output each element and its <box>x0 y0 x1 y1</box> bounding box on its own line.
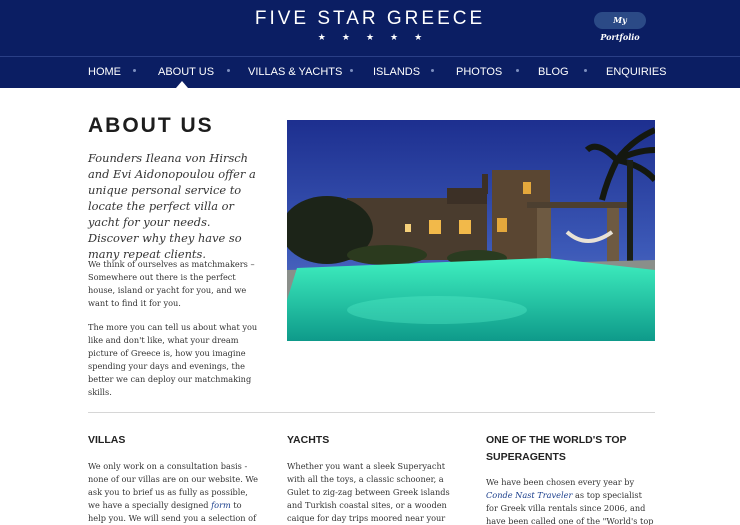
yachts-heading: YACHTS <box>287 434 330 446</box>
villa-pool-illustration <box>287 120 655 341</box>
nav-item-photos[interactable]: PHOTOS <box>456 66 502 78</box>
nav-separator <box>516 69 519 72</box>
nav-separator <box>584 69 587 72</box>
conde-nast-link[interactable]: Conde Nast Traveler <box>486 490 572 500</box>
star-icon: ★ <box>341 33 350 43</box>
body-paragraph: We think of ourselves as matchmakers – S… <box>88 259 255 308</box>
villa-pool-photo <box>287 120 655 341</box>
form-link[interactable]: form <box>211 500 231 510</box>
main-nav: HOME ABOUT US VILLAS & YACHTS ISLANDS PH… <box>0 57 740 88</box>
nav-separator <box>431 69 434 72</box>
nav-separator <box>227 69 230 72</box>
superagents-text-part: We have been chosen every year by <box>486 477 635 487</box>
body-paragraph: The more you can tell us about what you … <box>88 322 258 397</box>
active-nav-caret-icon <box>176 81 188 88</box>
nav-item-blog[interactable]: BLOG <box>538 66 569 78</box>
star-icon: ★ <box>414 33 423 43</box>
nav-item-islands[interactable]: ISLANDS <box>373 66 420 78</box>
villas-text: We only work on a consultation basis - n… <box>88 460 260 525</box>
star-icon: ★ <box>317 33 326 43</box>
superagents-text: We have been chosen every year by Conde … <box>486 476 656 525</box>
nav-item-enquiries[interactable]: ENQUIRIES <box>606 66 667 78</box>
superagents-heading: ONE OF THE WORLD'S TOP SUPERAGENTS <box>486 434 627 463</box>
page-title: ABOUT US <box>88 114 214 137</box>
nav-item-about-us[interactable]: ABOUT US <box>158 66 214 78</box>
star-icon: ★ <box>365 33 375 43</box>
nav-separator <box>133 69 136 72</box>
intro-text: Founders Ileana von Hirsch and Evi Aidon… <box>88 151 256 261</box>
yachts-text: Whether you want a sleek Superyacht with… <box>287 461 450 523</box>
nav-item-villas-yachts[interactable]: VILLAS & YACHTS <box>248 66 342 78</box>
my-portfolio-button[interactable]: My Portfolio <box>594 12 646 42</box>
nav-item-home[interactable]: HOME <box>88 66 121 78</box>
site-header: FIVE STAR GREECE ★ ★ ★ ★ ★ My Portfolio HOME… <box>0 0 740 88</box>
nav-separator <box>350 69 353 72</box>
star-icon: ★ <box>390 33 399 43</box>
villas-heading: VILLAS <box>88 434 126 446</box>
section-divider <box>88 412 655 413</box>
